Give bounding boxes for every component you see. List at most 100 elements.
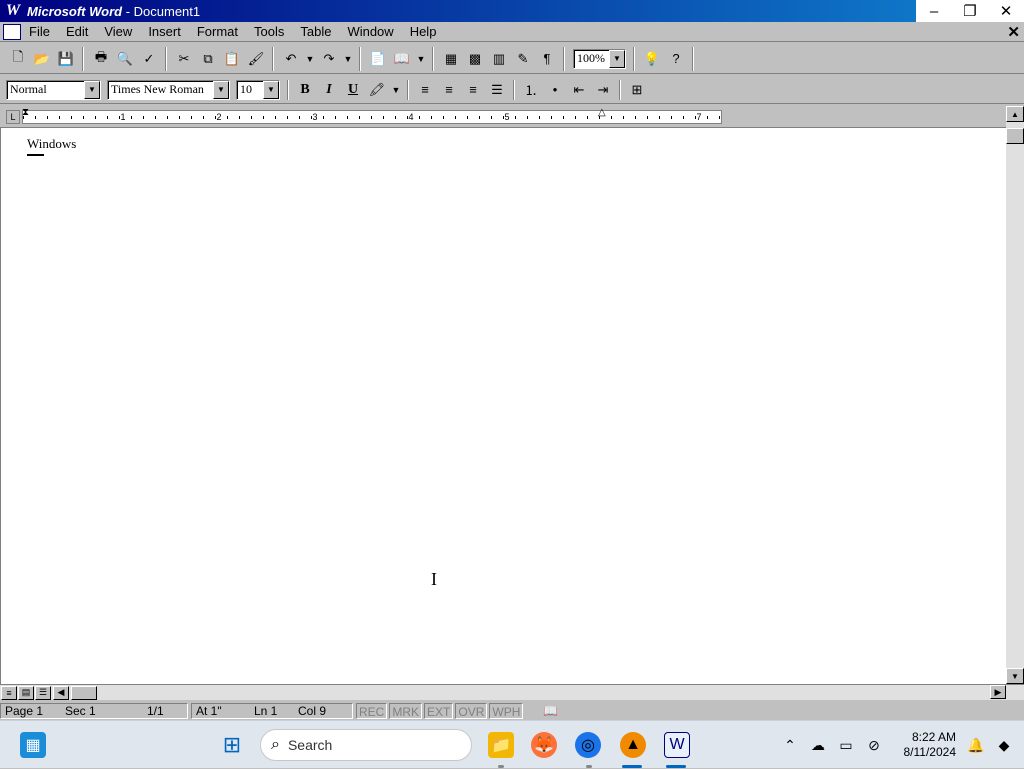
chevron-down-icon[interactable]: ▼ (263, 80, 279, 99)
restore-button[interactable]: ❐ (952, 0, 988, 22)
style-select[interactable]: Normal ▼ (6, 79, 101, 100)
highlight-icon[interactable]: 🖍 (366, 79, 388, 101)
taskbar-search-box[interactable]: ⌕ Search (260, 729, 472, 761)
menu-format[interactable]: Format (189, 22, 246, 42)
save-icon[interactable]: 💾 (55, 48, 77, 70)
network-icon[interactable]: ⊘ (860, 731, 888, 759)
help-pointer-icon[interactable]: ? (665, 48, 687, 70)
vlc-icon[interactable]: ▲ (620, 732, 646, 758)
menu-window[interactable]: Window (339, 22, 401, 42)
insert-address-dropdown-icon[interactable]: ▼ (415, 48, 427, 70)
columns-icon[interactable]: ▥ (488, 48, 510, 70)
status-wph[interactable]: WPH (489, 703, 524, 719)
end-of-document-mark (27, 154, 44, 156)
menu-view[interactable]: View (96, 22, 140, 42)
onedrive-icon[interactable]: ☁ (804, 731, 832, 759)
menu-table[interactable]: Table (292, 22, 339, 42)
status-ext[interactable]: EXT (424, 703, 454, 719)
redo-icon[interactable]: ↷ (318, 48, 340, 70)
format-painter-icon[interactable]: 🖌 (245, 48, 267, 70)
copy-icon[interactable]: ⧉ (197, 48, 219, 70)
normal-view-icon[interactable]: ≡ (1, 685, 17, 700)
status-ovr[interactable]: OVR (455, 703, 488, 719)
print-preview-icon[interactable]: 🔍 (114, 48, 136, 70)
horizontal-scroll-thumb[interactable] (71, 685, 97, 700)
align-left-icon[interactable]: ≡ (414, 79, 436, 101)
menu-tools[interactable]: Tools (246, 22, 292, 42)
scroll-right-icon[interactable]: ▶ (990, 685, 1006, 699)
status-rec[interactable]: REC (356, 703, 388, 719)
clock[interactable]: 8:22 AM 8/11/2024 (888, 730, 957, 760)
cut-icon[interactable]: ✂ (173, 48, 195, 70)
document-text[interactable]: Windows (27, 136, 76, 152)
font-size-select[interactable]: 10 ▼ (236, 79, 280, 100)
file-explorer-icon[interactable]: 📁 (488, 732, 514, 758)
menu-file[interactable]: File (25, 22, 58, 42)
chevron-down-icon[interactable]: ▼ (213, 80, 229, 99)
widgets-icon[interactable]: ▦ (20, 732, 46, 758)
scroll-down-icon[interactable]: ▼ (1006, 668, 1024, 684)
new-document-icon[interactable]: 🗋 (7, 48, 29, 70)
increase-indent-icon[interactable]: ⇥ (592, 79, 614, 101)
notification-bell-icon[interactable]: 🔔 (962, 731, 990, 759)
close-button[interactable]: ✕ (988, 0, 1024, 22)
bold-button[interactable]: B (294, 79, 316, 101)
undo-icon[interactable]: ↶ (280, 48, 302, 70)
word-taskbar-icon[interactable]: W (664, 732, 690, 758)
insert-spreadsheet-icon[interactable]: ▩ (464, 48, 486, 70)
title-bar[interactable]: W Microsoft Word - Document1 – ❐ ✕ (0, 0, 1024, 22)
start-icon[interactable]: ⊞ (219, 732, 245, 758)
justify-icon[interactable]: ☰ (486, 79, 508, 101)
decrease-indent-icon[interactable]: ⇤ (568, 79, 590, 101)
print-icon[interactable]: 🖶 (90, 48, 112, 70)
minimize-button[interactable]: – (916, 0, 952, 22)
document-area[interactable]: Windows I (0, 128, 1006, 684)
chevron-up-icon[interactable]: ⌃ (776, 731, 804, 759)
status-mrk[interactable]: MRK (389, 703, 423, 719)
drawing-icon[interactable]: ✎ (512, 48, 534, 70)
horizontal-scrollbar[interactable]: ≡ ▤ ☰ ◀ ▶ (0, 684, 1024, 700)
menu-help[interactable]: Help (402, 22, 445, 42)
show-formatting-icon[interactable]: ¶ (536, 48, 558, 70)
chevron-down-icon[interactable]: ▼ (84, 80, 100, 99)
page-layout-view-icon[interactable]: ▤ (18, 685, 34, 700)
align-center-icon[interactable]: ≡ (438, 79, 460, 101)
ruler-tick (431, 116, 432, 119)
underline-button[interactable]: U (342, 79, 364, 101)
vertical-scrollbar[interactable]: ▲ ▼ (1006, 106, 1024, 684)
bullets-icon[interactable]: • (544, 79, 566, 101)
undo-dropdown-icon[interactable]: ▼ (304, 48, 316, 70)
italic-button[interactable]: I (318, 79, 340, 101)
chevron-down-icon[interactable]: ▼ (609, 49, 625, 68)
outline-view-icon[interactable]: ☰ (35, 685, 51, 700)
copilot-icon[interactable]: ◆ (990, 731, 1018, 759)
vertical-scroll-thumb[interactable] (1006, 128, 1024, 144)
tab-selector-icon[interactable]: L (6, 110, 20, 124)
ruler-tick (203, 116, 204, 119)
open-folder-icon[interactable]: 📂 (31, 48, 53, 70)
paste-icon[interactable]: 📋 (221, 48, 243, 70)
insert-table-icon[interactable]: ▦ (440, 48, 462, 70)
highlight-dropdown-icon[interactable]: ▼ (390, 79, 402, 101)
tip-wizard-icon[interactable]: 💡 (641, 48, 663, 70)
font-select[interactable]: Times New Roman ▼ (107, 79, 230, 100)
ibeam-cursor-icon: I (431, 569, 437, 589)
spelling-icon[interactable]: ✓ (138, 48, 160, 70)
numbering-icon[interactable]: ⒈ (520, 79, 542, 101)
spelling-status-icon[interactable]: 📖 (539, 703, 562, 719)
firefox-icon[interactable]: 🦊 (531, 732, 557, 758)
borders-icon[interactable]: ⊞ (626, 79, 648, 101)
autotext-icon[interactable]: 📄 (367, 48, 389, 70)
zoom-select[interactable]: 100% ▼ (573, 48, 626, 69)
menu-insert[interactable]: Insert (140, 22, 189, 42)
document-control-icon[interactable] (3, 23, 21, 40)
document-close-icon[interactable]: ✕ (1007, 23, 1020, 41)
insert-address-icon[interactable]: 📖 (391, 48, 413, 70)
chrome-icon[interactable]: ◎ (575, 732, 601, 758)
menu-edit[interactable]: Edit (58, 22, 96, 42)
scroll-up-icon[interactable]: ▲ (1006, 106, 1024, 122)
display-icon[interactable]: ▭ (832, 731, 860, 759)
redo-dropdown-icon[interactable]: ▼ (342, 48, 354, 70)
align-right-icon[interactable]: ≡ (462, 79, 484, 101)
scroll-left-icon[interactable]: ◀ (53, 685, 69, 700)
